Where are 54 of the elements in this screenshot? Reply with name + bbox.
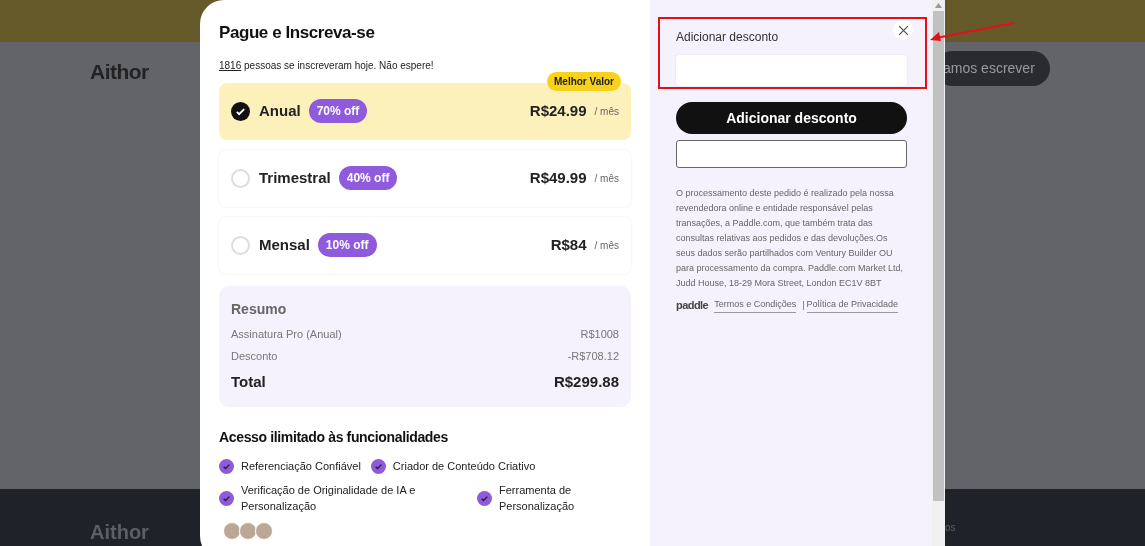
summary-value: -R$708.12 <box>567 349 619 364</box>
plan-name: Trimestral <box>259 167 331 188</box>
modal-title: Pague e Inscreva-se <box>219 22 376 44</box>
plan-price: R$24.99 <box>529 100 587 121</box>
summary-label: Desconto <box>231 349 278 364</box>
feature-text: Referenciação Confiável <box>241 459 361 474</box>
avatar <box>239 522 257 540</box>
privacy-link[interactable]: Política de Privacidade <box>806 298 899 313</box>
radio-button[interactable] <box>231 168 250 188</box>
footer-logo: Aithor <box>90 520 149 545</box>
avatar <box>223 522 241 540</box>
plan-price: R$49.99 <box>529 167 587 188</box>
legal-text: O processamento deste pedido é realizado pela nossa revendedora online e entidade responsável pelas transações, a Paddle.com, que também trata das consultas relativas aos pedidos e das devoluções.Os seus dados serão partilhados com Ventury Builder OU para processamento da compra. Paddle.com Market Ltd, Judd House, 18-29 Mora Street, London EC1V 8BT <box>676 187 905 290</box>
price-period: / mês <box>594 238 619 253</box>
discount-badge: 40% off <box>338 166 398 190</box>
plan-option[interactable]: Trimestral 40% off R$49.99 / mês <box>219 149 631 207</box>
feature-text: Verificação de Originalidade de IA e Personalização <box>241 483 417 514</box>
check-icon <box>370 458 386 474</box>
radio-button[interactable] <box>231 235 250 255</box>
summary-title: Resumo <box>231 299 288 319</box>
discount-badge: 10% off <box>317 233 377 257</box>
plan-name: Anual <box>259 100 301 121</box>
summary-value: R$1008 <box>580 326 619 342</box>
scrollbar-thumb[interactable] <box>933 11 944 501</box>
total-value: R$299.88 <box>553 371 619 392</box>
close-button[interactable] <box>893 20 913 40</box>
check-icon <box>219 458 234 474</box>
feature-text: Ferramenta de Personalização <box>499 483 576 514</box>
avatar <box>255 522 273 540</box>
plan-price: R$84 <box>550 234 587 255</box>
scroll-up-icon[interactable] <box>935 3 942 8</box>
discount-input[interactable] <box>676 55 907 86</box>
features-title: Acesso ilimitado às funcionalidades <box>219 428 449 447</box>
summary-label: Assinatura Pro (Anual) <box>231 326 342 342</box>
price-period: / mês <box>594 171 619 186</box>
plan-option[interactable]: Mensal 10% off R$84 / mês <box>219 216 631 274</box>
subtitle: 1816 pessoas se inscreveram hoje. Não espere! <box>219 58 435 73</box>
terms-link[interactable]: Termos e Condições <box>714 298 797 313</box>
price-period: / mês <box>594 104 619 119</box>
text-field[interactable] <box>676 140 907 168</box>
check-icon <box>219 490 234 506</box>
check-icon <box>477 490 492 506</box>
plan-name: Mensal <box>259 234 310 255</box>
discount-badge: 70% off <box>308 99 368 123</box>
separator: | <box>802 298 805 312</box>
total-label: Total <box>231 371 266 392</box>
close-icon <box>897 24 909 36</box>
logo: Aithor <box>90 59 149 85</box>
best-value-badge: Melhor Valor <box>547 71 621 91</box>
field-label: Adicionar desconto <box>676 29 780 46</box>
checked-radio[interactable] <box>231 101 250 121</box>
feature-text: Criador de Conteúdo Criativo <box>392 459 536 474</box>
paddle-logo: paddle <box>676 298 709 313</box>
apply-discount-button[interactable]: Adicionar desconto <box>676 102 907 134</box>
